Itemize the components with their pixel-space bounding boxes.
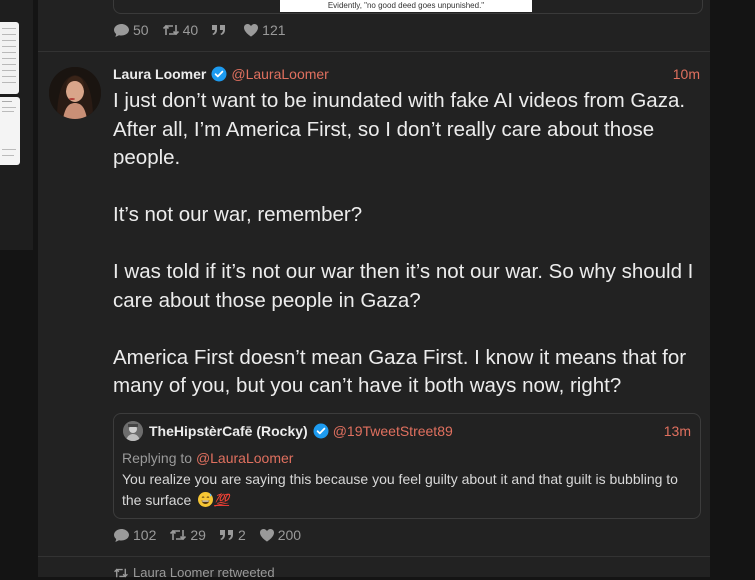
quoted-tweet[interactable]: TheHipstèrCafē (Rocky) @19TweetStreet89 … (113, 413, 701, 519)
reply-button[interactable]: 50 (113, 22, 149, 38)
reply-button[interactable]: 102 (113, 527, 156, 543)
heart-icon (244, 24, 259, 37)
reply-icon (114, 23, 129, 37)
previous-image-caption: Evidently, "no good deed goes unpunished… (327, 1, 485, 10)
quoted-timestamp[interactable]: 13m (664, 423, 691, 439)
quoted-tweet-header: TheHipstèrCafē (Rocky) @19TweetStreet89 … (123, 421, 691, 441)
retweet-count: 40 (182, 22, 199, 38)
timeline: Evidently, "no good deed goes unpunished… (38, 0, 710, 580)
retweet-count: 29 (190, 527, 206, 543)
document-thumbnail[interactable] (0, 22, 19, 94)
like-button[interactable]: 121 (243, 22, 286, 38)
article-thumbnail[interactable] (0, 97, 20, 165)
verified-badge-icon (211, 66, 227, 82)
retweeted-indicator: Laura Loomer retweeted (113, 565, 275, 580)
quote-button[interactable] (211, 24, 230, 36)
replying-to-label: Replying to (122, 450, 193, 466)
tweet-timestamp[interactable]: 10m (673, 66, 700, 82)
retweeted-label[interactable]: Laura Loomer retweeted (133, 565, 275, 580)
quote-button[interactable]: 2 (219, 527, 246, 543)
reply-count: 102 (133, 527, 157, 543)
previous-tweet-actions: 50 40 121 (113, 22, 299, 38)
retweet-icon (162, 24, 179, 36)
quote-count: 2 (237, 527, 246, 543)
like-button[interactable]: 200 (259, 527, 301, 543)
quoted-author-name[interactable]: TheHipstèrCafē (Rocky) (149, 423, 308, 439)
quote-icon (212, 25, 226, 35)
tweet-text: I just don’t want to be inundated with f… (113, 89, 694, 397)
quoted-author-handle[interactable]: @19TweetStreet89 (333, 423, 453, 439)
quoted-avatar[interactable] (123, 421, 143, 441)
quoted-tweet-text: You realize you are saying this because … (122, 469, 682, 511)
tweet-divider (38, 556, 710, 557)
right-background (710, 0, 755, 577)
tweet-actions: 102 29 2 200 (113, 527, 314, 543)
author-handle[interactable]: @LauraLoomer (231, 66, 329, 82)
grinning-sweat-emoji-icon (198, 492, 214, 507)
heart-icon (259, 529, 274, 542)
replying-to: Replying to @LauraLoomer (122, 450, 293, 466)
previous-tweet-image[interactable]: Evidently, "no good deed goes unpunished… (280, 0, 532, 12)
retweet-icon (170, 529, 187, 541)
like-count: 121 (262, 22, 286, 38)
like-count: 200 (277, 527, 302, 543)
retweet-button[interactable]: 40 (162, 22, 199, 38)
hundred-points-emoji-icon: 💯 (214, 493, 230, 507)
tweet-header: Laura Loomer @LauraLoomer 10m (113, 64, 700, 84)
verified-badge-icon (313, 423, 329, 439)
retweet-button[interactable]: 29 (169, 527, 206, 543)
tweet-divider (38, 51, 710, 52)
replying-to-handle[interactable]: @LauraLoomer (196, 450, 294, 466)
author-name[interactable]: Laura Loomer (113, 66, 206, 82)
reply-count: 50 (133, 22, 149, 38)
reply-icon (114, 528, 129, 542)
avatar[interactable] (49, 67, 101, 119)
quote-icon (219, 530, 233, 540)
